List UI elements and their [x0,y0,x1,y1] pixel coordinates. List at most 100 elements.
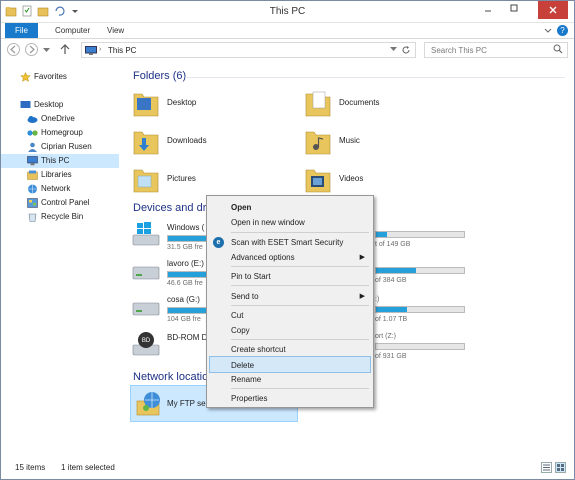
minimize-button[interactable] [480,3,496,17]
user-icon [27,142,38,152]
drive-right-1[interactable]: t of 149 GB [375,231,475,261]
selection-count: 1 item selected [61,463,115,472]
computer-icon [27,156,38,166]
folders-group-header[interactable]: Folders (6) [133,70,186,82]
refresh-icon[interactable] [401,45,411,57]
close-button[interactable] [538,1,568,19]
svg-text:BD: BD [142,338,151,344]
nav-this-pc[interactable]: This PC [1,154,119,168]
computer-icon [85,46,97,55]
menu-separator [231,388,369,389]
bd-rom-drive-icon: BD [131,331,161,359]
drive-usage-fill [376,268,416,273]
drive-usage-fill [376,307,407,312]
drive-right-2[interactable]: of 384 GB [375,267,475,297]
menu-separator [231,285,369,286]
downloads-folder-icon [133,126,159,156]
breadcrumb-this-pc[interactable]: This PC [108,46,136,55]
tab-computer[interactable]: Computer [45,23,100,38]
recycle-bin-icon [27,212,38,222]
drive-usage-bar [375,343,465,350]
breadcrumb-separator: › [99,46,102,53]
menu-separator [231,305,369,306]
menu-item-rename[interactable]: Rename [209,371,371,388]
search-box[interactable]: Search This PC [424,42,568,58]
expand-ribbon-icon[interactable] [544,26,552,36]
cloud-icon [27,114,38,124]
nav-desktop[interactable]: Desktop [1,98,119,112]
recent-locations-icon[interactable] [43,46,50,55]
item-count: 15 items [15,463,46,472]
nav-libraries[interactable]: Libraries [1,168,119,182]
hard-drive-icon [131,293,161,321]
tiles-view-icon[interactable] [555,462,566,473]
desktop-folder-icon [133,88,159,118]
drive-usage-bar [375,306,465,313]
videos-folder-icon [305,164,331,194]
address-row: › This PC Search This PC [1,39,574,61]
address-bar[interactable]: › This PC [81,42,416,58]
group-divider [185,77,565,78]
drive-right-4[interactable]: ort (Z:) of 931 GB [375,333,475,363]
status-bar: 15 items 1 item selected [1,459,574,479]
title-bar: This PC [1,1,574,23]
drive-usage-bar [375,267,465,274]
drive-right-3[interactable]: :) of 1.07 TB [375,296,475,326]
submenu-arrow-icon: ▶ [359,254,365,261]
nav-recycle-bin[interactable]: Recycle Bin [1,210,119,224]
drive-usage-fill [376,232,387,237]
homegroup-icon [27,128,38,138]
menu-item-advanced-options[interactable]: Advanced options ▶ [209,249,371,266]
search-input[interactable]: Search This PC [431,46,487,55]
desktop-icon [20,100,31,110]
nav-user[interactable]: Ciprian Rusen [1,140,119,154]
libraries-icon [27,170,38,180]
menu-item-copy[interactable]: Copy [209,322,371,339]
documents-folder-icon [305,88,331,118]
nav-network[interactable]: Network [1,182,119,196]
forward-button[interactable] [25,43,38,56]
windows-drive-icon [131,221,161,249]
up-button[interactable] [59,43,71,57]
nav-favorites[interactable]: Favorites [1,70,119,84]
folder-desktop[interactable]: Desktop [133,88,293,122]
search-icon[interactable] [553,44,563,57]
tab-view[interactable]: View [97,23,134,38]
control-panel-icon [27,198,38,208]
menu-item-pin-to-start[interactable]: Pin to Start [209,268,371,285]
back-button[interactable] [7,43,20,56]
menu-separator [231,266,369,267]
menu-item-properties[interactable]: Properties [209,390,371,407]
hard-drive-icon [131,257,161,285]
menu-separator [231,339,369,340]
folder-videos[interactable]: Videos [305,164,465,198]
eset-icon: e [213,237,224,248]
details-view-icon[interactable] [541,462,552,473]
network-location-icon [135,389,165,421]
network-group-header[interactable]: Network location [133,371,214,383]
music-folder-icon [305,126,331,156]
ribbon-tabs: File Computer View ? [1,23,574,39]
navigation-pane: Favorites Desktop OneDrive Homegroup Cip… [1,61,119,459]
help-icon[interactable]: ? [557,25,568,36]
folder-pictures[interactable]: Pictures [133,164,293,198]
context-menu: Open Open in new window e Scan with ESET… [206,195,374,408]
folder-music[interactable]: Music [305,126,465,160]
menu-separator [231,232,369,233]
folder-downloads[interactable]: Downloads [133,126,293,160]
menu-item-open-new-window[interactable]: Open in new window [209,214,371,231]
nav-onedrive[interactable]: OneDrive [1,112,119,126]
devices-group-header[interactable]: Devices and driv [133,202,214,214]
menu-item-send-to[interactable]: Send to ▶ [209,288,371,305]
drive-usage-bar [375,231,465,238]
nav-control-panel[interactable]: Control Panel [1,196,119,210]
nav-homegroup[interactable]: Homegroup [1,126,119,140]
submenu-arrow-icon: ▶ [359,293,365,300]
folder-documents[interactable]: Documents [305,88,465,122]
tab-file[interactable]: File [5,23,38,38]
network-icon [27,184,38,194]
star-icon [20,71,31,82]
pictures-folder-icon [133,164,159,194]
address-dropdown-icon[interactable] [390,46,397,54]
maximize-button[interactable] [506,3,522,17]
